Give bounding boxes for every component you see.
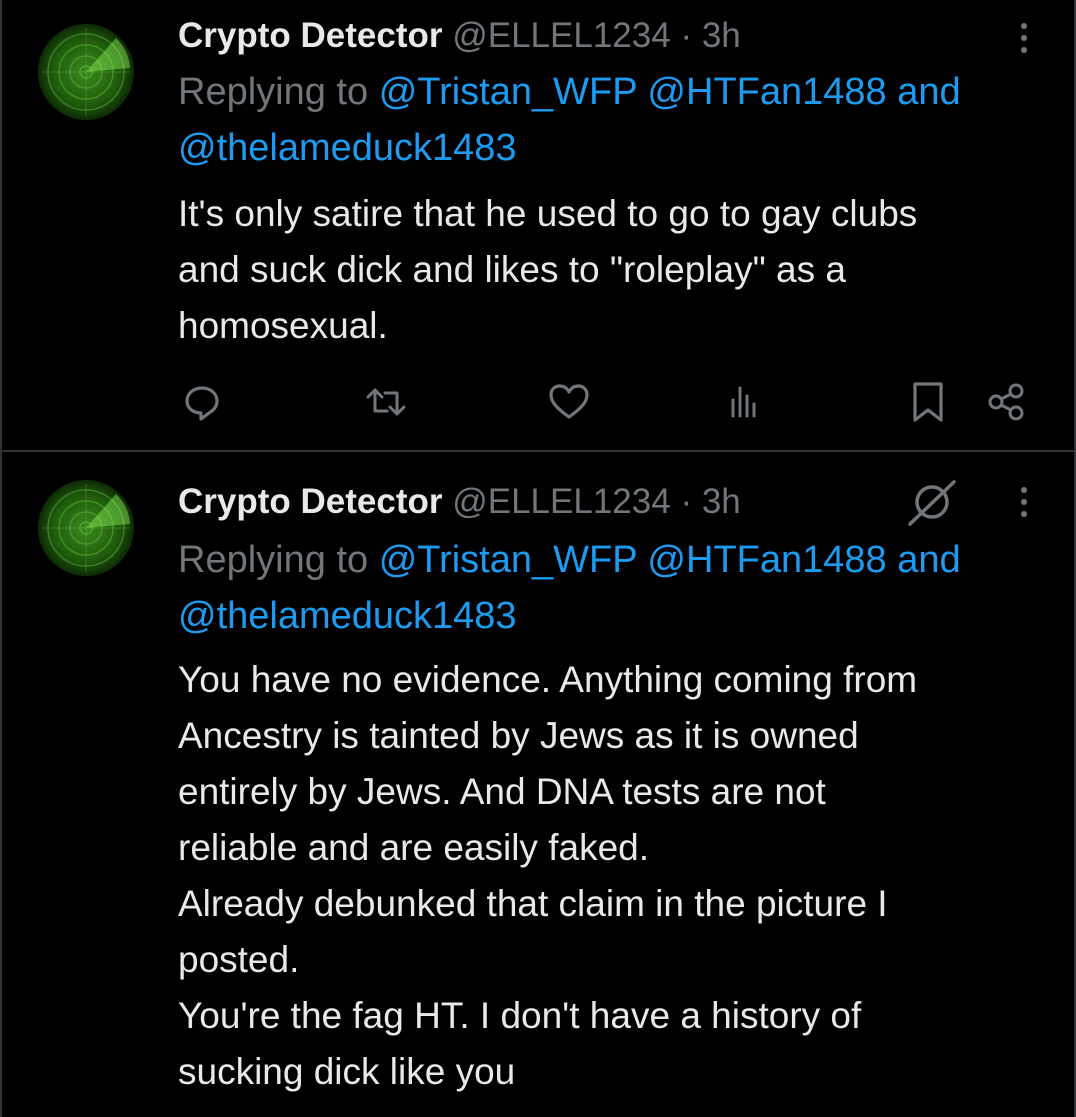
mention-link[interactable]: @HTFan1488 — [647, 539, 886, 581]
retweet-icon[interactable] — [362, 378, 410, 426]
timestamp[interactable]: 3h — [702, 482, 741, 521]
mention-link[interactable]: @thelameduck1483 — [178, 127, 517, 169]
mention-link[interactable]: @thelameduck1483 — [178, 595, 517, 637]
replying-to: Replying to @Tristan_WFP @HTFan1488 and … — [178, 532, 1048, 644]
display-name[interactable]: Crypto Detector — [178, 16, 442, 55]
handle[interactable]: @ELLEL1234 — [452, 482, 670, 521]
tweet-header: Crypto Detector @ELLEL1234 · 3h — [178, 480, 741, 524]
display-name[interactable]: Crypto Detector — [178, 482, 442, 521]
mention-conjunction[interactable]: and — [897, 71, 960, 113]
bookmark-icon[interactable] — [904, 378, 952, 426]
mention-link[interactable]: @Tristan_WFP — [379, 539, 637, 581]
mention-link[interactable]: @HTFan1488 — [647, 71, 886, 113]
tweet-text: It's only satire that he used to go to g… — [178, 193, 918, 346]
tweet-header: Crypto Detector @ELLEL1234 · 3h — [178, 14, 741, 58]
reply-icon[interactable] — [178, 378, 226, 426]
timestamp[interactable]: 3h — [702, 16, 741, 55]
more-options-icon[interactable] — [1014, 480, 1034, 524]
more-options-icon[interactable] — [1014, 16, 1034, 60]
grok-icon[interactable] — [904, 478, 958, 528]
separator-dot: · — [680, 16, 693, 55]
radar-avatar-icon — [38, 24, 134, 120]
avatar[interactable] — [38, 24, 134, 120]
avatar[interactable] — [38, 480, 134, 576]
share-icon[interactable] — [982, 378, 1030, 426]
replying-to: Replying to @Tristan_WFP @HTFan1488 and … — [178, 64, 1048, 176]
action-bar — [178, 378, 1038, 426]
like-icon[interactable] — [545, 378, 593, 426]
tweet-text: You have no evidence. Anything coming fr… — [178, 659, 918, 1092]
views-icon[interactable] — [720, 378, 768, 426]
tweet[interactable]: Crypto Detector @ELLEL1234 · 3h Replying… — [0, 450, 1076, 1117]
mention-link[interactable]: @Tristan_WFP — [379, 71, 637, 113]
handle[interactable]: @ELLEL1234 — [452, 16, 670, 55]
tweet[interactable]: Crypto Detector @ELLEL1234 · 3h Replying… — [0, 0, 1076, 450]
separator-dot: · — [680, 482, 693, 521]
replying-to-label: Replying to — [178, 71, 369, 113]
mention-conjunction[interactable]: and — [897, 539, 960, 581]
replying-to-label: Replying to — [178, 539, 369, 581]
radar-avatar-icon — [38, 480, 134, 576]
